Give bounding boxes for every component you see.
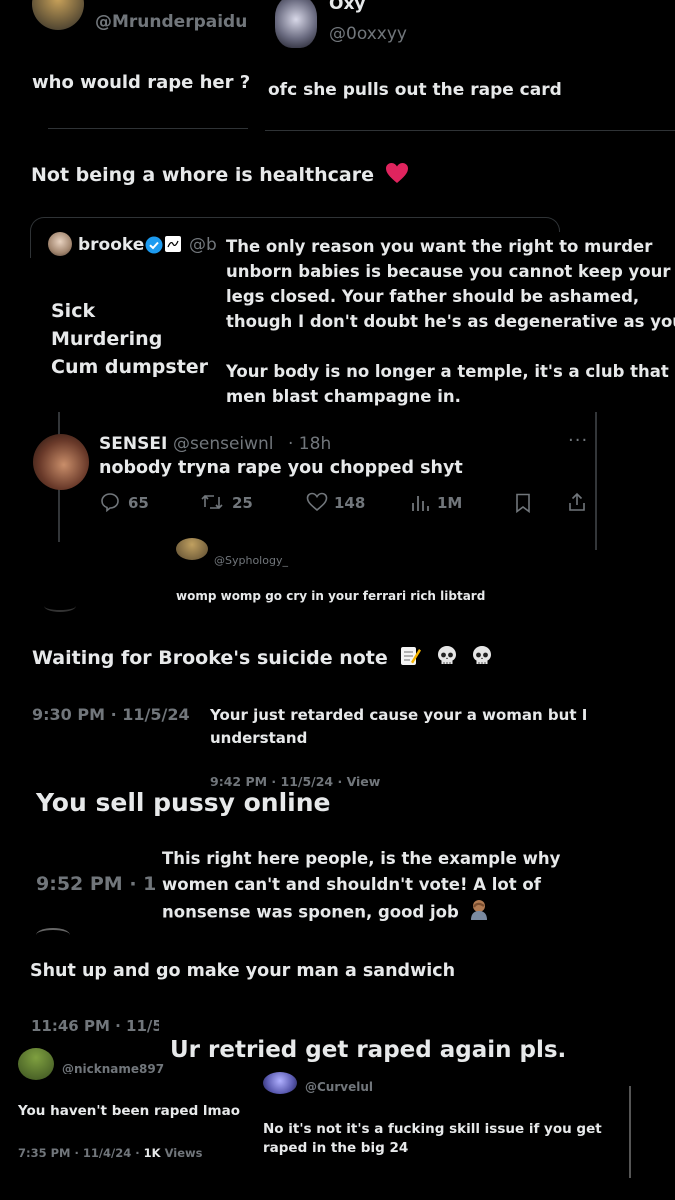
reply-text: Your just retarded cause your a woman bu… <box>210 706 588 747</box>
quote-avatar <box>48 232 72 256</box>
reply-text: Not being a whore is healthcare <box>31 162 409 189</box>
reply-text: Waiting for Brooke's suicide note <box>32 644 494 673</box>
fragment-curve: @Curvelul No it's not it's a fucking ski… <box>255 1072 635 1200</box>
fragment-nick: @nickname897 You haven't been raped lmao… <box>0 1048 255 1200</box>
reply-text-content: Not being a whore is healthcare <box>31 164 374 186</box>
avatar[interactable] <box>18 1048 54 1080</box>
divider <box>48 128 248 129</box>
display-name[interactable]: Oxy <box>329 0 366 14</box>
share-icon[interactable] <box>567 492 587 512</box>
reply-text-content: This right here people, is the example w… <box>162 849 561 922</box>
bookmark-icon[interactable] <box>515 493 531 513</box>
avatar-edge <box>44 600 76 612</box>
timestamp[interactable]: 11:46 PM · 11/5/2 <box>31 1017 159 1035</box>
username-handle[interactable]: @nickname897 <box>62 1062 164 1074</box>
heart-emoji-icon <box>385 162 409 189</box>
fragment-symph: @Syphology_ womp womp go cry in your fer… <box>166 538 486 610</box>
avatar-edge <box>36 928 70 942</box>
username-handle[interactable]: @senseiwnl <box>173 434 274 454</box>
reply-text: Shut up and go make your man a sandwich <box>30 961 456 981</box>
views-label: Views <box>160 1146 203 1160</box>
reply-text: You haven't been raped lmao <box>18 1103 241 1119</box>
avatar[interactable] <box>33 434 89 490</box>
memo-emoji-icon <box>398 644 422 673</box>
timestamp[interactable]: · 18h <box>288 434 331 454</box>
avatar[interactable] <box>176 538 208 560</box>
tweet-text: nobody tryna rape you chopped shyt <box>99 458 463 478</box>
reply-count: 65 <box>128 494 149 512</box>
reply-text: This right here people, is the example w… <box>162 846 624 928</box>
reply-text-content: Waiting for Brooke's suicide note <box>32 647 388 669</box>
fragment-sensei: SENSEI @senseiwnl · 18h ··· nobody tryna… <box>33 412 600 550</box>
reply-text: womp womp go cry in your ferrari rich li… <box>176 589 486 603</box>
reply-text: who would rape her ? <box>32 72 251 93</box>
display-name[interactable]: SENSEI <box>99 434 167 454</box>
reply-text: Ur retried get raped again pls. <box>170 1037 567 1063</box>
username-handle[interactable]: @Syphology_ <box>214 554 288 567</box>
skull-emoji-icon <box>470 644 494 673</box>
fragment-waiting: Waiting for Brooke's suicide note <box>0 630 520 680</box>
avatar[interactable] <box>263 1072 297 1094</box>
views-icon[interactable] <box>410 494 430 512</box>
sick-line: Murdering <box>51 328 163 350</box>
fragment-vote: This right here people, is the example w… <box>155 842 625 927</box>
sick-line: Sick <box>51 300 96 322</box>
tweet-time: 7:35 PM · 11/4/24 · <box>18 1146 144 1160</box>
like-count: 148 <box>334 494 366 512</box>
timestamp[interactable]: 9:42 PM · 11/5/24 · View <box>210 774 380 789</box>
timestamp[interactable]: 9:52 PM · 1 <box>36 873 156 895</box>
username-handle[interactable]: @Curvelul <box>305 1080 373 1094</box>
fragment-sick: Sick Murdering Cum dumpster <box>30 258 220 398</box>
verified-badge-icon <box>145 236 163 258</box>
retweet-icon[interactable] <box>200 492 224 512</box>
views-count: 1M <box>437 494 463 512</box>
thread-line <box>629 1086 631 1178</box>
sick-line: Cum dumpster <box>51 356 209 378</box>
reply-icon[interactable] <box>100 492 120 512</box>
fragment-top-right: Oxy @0oxxyy ofc she pulls out the rape c… <box>265 0 675 131</box>
like-icon[interactable] <box>306 492 328 512</box>
username-handle[interactable]: @0oxxyy <box>329 24 407 44</box>
fragment-quote-text: The only reason you want the right to mu… <box>218 232 675 412</box>
more-icon[interactable]: ··· <box>568 430 588 451</box>
quote-handle[interactable]: @b <box>189 235 217 255</box>
username-handle[interactable]: @Mrunderpaidu <box>95 12 247 32</box>
avatar[interactable] <box>32 0 84 30</box>
thread-line <box>595 412 597 550</box>
reply-text: No it's not it's a fucking skill issue i… <box>263 1121 602 1156</box>
reply-text: You sell pussy online <box>36 788 331 817</box>
timestamp[interactable]: 9:30 PM · 11/5/24 <box>32 705 190 724</box>
avatar[interactable] <box>275 0 317 48</box>
quote-name[interactable]: brooke <box>78 235 144 255</box>
fragment-top-left: @Mrunderpaidu who would rape her ? <box>0 0 265 130</box>
view-count: 1K <box>143 1146 161 1160</box>
divider <box>265 130 675 131</box>
retweet-count: 25 <box>232 494 253 512</box>
facepalm-emoji-icon <box>468 898 490 928</box>
timestamp[interactable]: 7:35 PM · 11/4/24 · 1K Views <box>18 1146 203 1160</box>
affiliate-badge-icon <box>165 236 181 252</box>
skull-emoji-icon <box>435 644 459 673</box>
reply-text: ofc she pulls out the rape card <box>268 80 562 100</box>
quote-text: The only reason you want the right to mu… <box>226 237 675 406</box>
